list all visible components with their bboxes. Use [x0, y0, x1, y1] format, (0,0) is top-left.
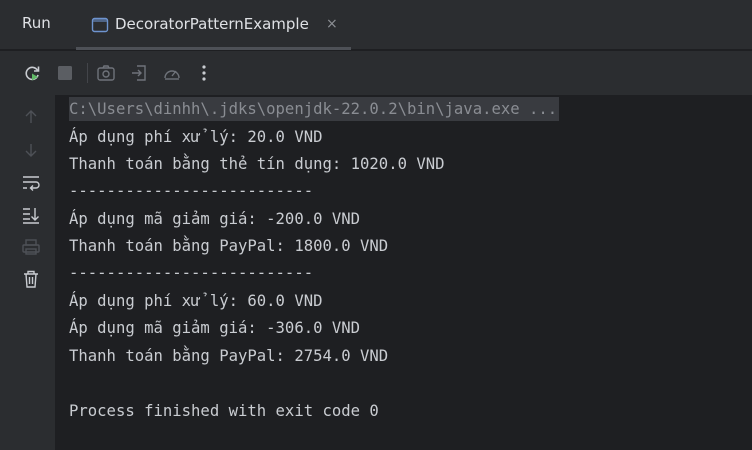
- run-title: Run: [22, 14, 51, 32]
- screenshot-icon[interactable]: [95, 62, 117, 84]
- command-line[interactable]: C:\Users\dinhh\.jdks\openjdk-22.0.2\bin\…: [69, 97, 560, 121]
- run-config-icon: [91, 16, 109, 34]
- console-gutter: [0, 95, 55, 450]
- run-header: Run DecoratorPatternExample ×: [0, 0, 752, 50]
- close-tab-icon[interactable]: ×: [326, 16, 338, 32]
- trash-icon[interactable]: [20, 268, 42, 290]
- stop-icon[interactable]: [54, 62, 76, 84]
- tab-label: DecoratorPatternExample: [115, 15, 309, 33]
- soft-wrap-icon[interactable]: [20, 172, 42, 194]
- console-line: --------------------------: [69, 182, 314, 200]
- restore-layout-icon[interactable]: [128, 62, 150, 84]
- print-icon[interactable]: [20, 236, 42, 258]
- scroll-to-end-icon[interactable]: [20, 204, 42, 226]
- toolbar-separator: [87, 63, 88, 83]
- console-line: Thanh toán bằng PayPal: 1800.0 VND: [69, 237, 389, 255]
- more-options-icon[interactable]: [193, 62, 215, 84]
- arrow-down-icon[interactable]: [20, 139, 42, 161]
- profiler-icon[interactable]: [161, 62, 183, 84]
- tab-decorator-pattern-example[interactable]: DecoratorPatternExample ×: [76, 0, 351, 50]
- run-tool-window: Run DecoratorPatternExample × C:\Users\d…: [0, 0, 752, 450]
- console-line: Áp dụng mã giảm giá: -306.0 VND: [69, 319, 361, 337]
- exit-code-line: Process finished with exit code 0: [69, 402, 379, 420]
- console-line: Áp dụng phí xử lý: 20.0 VND: [69, 128, 323, 146]
- console-output[interactable]: C:\Users\dinhh\.jdks\openjdk-22.0.2\bin\…: [55, 95, 752, 450]
- console-line: Áp dụng mã giảm giá: -200.0 VND: [69, 210, 361, 228]
- console-line: --------------------------: [69, 264, 314, 282]
- arrow-up-icon[interactable]: [20, 106, 42, 128]
- console-line: Áp dụng phí xử lý: 60.0 VND: [69, 292, 323, 310]
- console-line: Thanh toán bằng thẻ tín dụng: 1020.0 VND: [69, 155, 445, 173]
- tab-selected-indicator: [76, 47, 351, 50]
- run-toolbar: [0, 51, 752, 95]
- console-line: Thanh toán bằng PayPal: 2754.0 VND: [69, 347, 389, 365]
- rerun-icon[interactable]: [21, 62, 43, 84]
